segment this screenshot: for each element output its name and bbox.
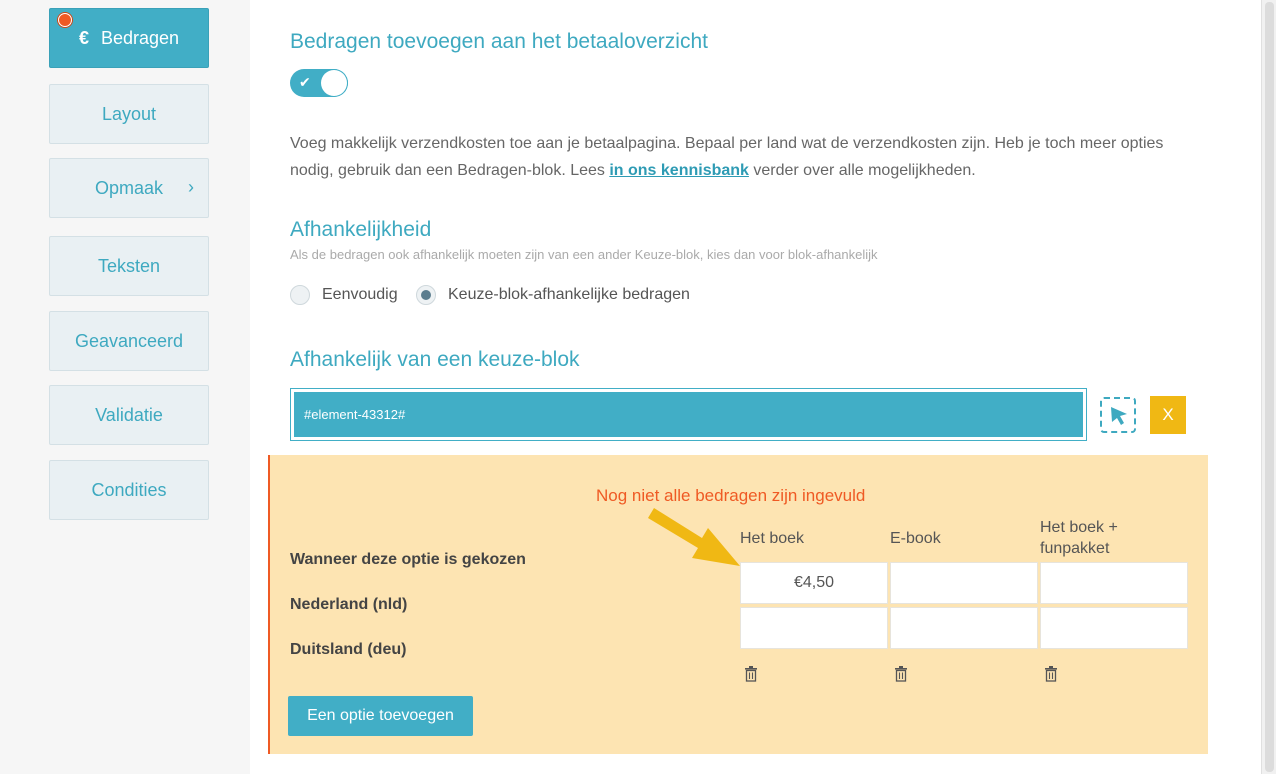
scrollbar[interactable]: [1261, 0, 1276, 774]
sidebar-item-label: Teksten: [97, 255, 161, 276]
choice-block-select[interactable]: #element-43312#: [290, 388, 1087, 441]
add-option-button[interactable]: Een optie toevoegen: [288, 696, 473, 736]
choice-block-value: #element-43312#: [294, 392, 1083, 437]
sidebar-item-label: Condities: [91, 479, 167, 500]
description-after: verder over alle mogelijkheden.: [748, 162, 976, 179]
dependency-subtitle: Als de bedragen ook afhankelijk moeten z…: [290, 247, 878, 262]
sidebar-item-teksten[interactable]: Teksten: [49, 236, 209, 296]
arrow-pointer-icon: [648, 508, 740, 566]
radio-button[interactable]: [290, 285, 310, 305]
radio-label: Eenvoudig: [322, 286, 398, 303]
amount-input[interactable]: €4,50: [740, 562, 888, 604]
sidebar-item-label: Opmaak: [94, 177, 164, 198]
radio-option-simple[interactable]: Eenvoudig: [290, 285, 398, 305]
sidebar-item-label: Bedragen: [100, 27, 180, 48]
column-header: Het boek + funpakket: [1040, 519, 1118, 557]
sidebar-item-label: Layout: [101, 103, 157, 124]
sidebar-item-condities[interactable]: Condities: [49, 460, 209, 520]
amounts-toggle[interactable]: ✔: [290, 69, 348, 97]
row-label: Duitsland (deu): [290, 641, 407, 658]
trash-icon[interactable]: [1044, 666, 1058, 682]
amount-input[interactable]: [1040, 562, 1188, 604]
notification-dot: [58, 13, 72, 27]
row-label: Nederland (nld): [290, 596, 408, 613]
description-text: Voeg makkelijk verzendkosten toe aan je …: [290, 130, 1190, 184]
radio-button[interactable]: [416, 285, 436, 305]
amount-input[interactable]: [740, 607, 888, 649]
sidebar-item-opmaak[interactable]: Opmaak ›: [49, 158, 209, 218]
column-header: Het boek: [740, 530, 805, 547]
radio-option-block-dependent[interactable]: Keuze-blok-afhankelijke bedragen: [416, 285, 690, 305]
column-header: E-book: [890, 530, 941, 547]
trash-icon[interactable]: [744, 666, 758, 682]
scrollbar-thumb[interactable]: [1265, 2, 1274, 772]
trash-icon[interactable]: [894, 666, 908, 682]
sidebar-item-geavanceerd[interactable]: Geavanceerd: [49, 311, 209, 371]
check-icon: ✔: [299, 74, 311, 90]
chevron-right-icon: ›: [188, 177, 194, 197]
toggle-knob: [321, 70, 347, 96]
sidebar-item-label: Validatie: [95, 404, 163, 425]
euro-icon: €: [78, 27, 89, 48]
header-row-label: Wanneer deze optie is gekozen: [290, 551, 526, 568]
radio-label: Keuze-blok-afhankelijke bedragen: [448, 286, 690, 303]
sidebar-item-bedragen[interactable]: € Bedragen: [49, 8, 209, 68]
sidebar: € Bedragen Layout Opmaak › Teksten Geava…: [0, 0, 248, 774]
dependency-title: Afhankelijkheid: [290, 218, 432, 241]
sidebar-item-label: Geavanceerd: [74, 330, 184, 351]
remove-choice-block-button[interactable]: X: [1150, 396, 1186, 434]
choice-block-title: Afhankelijk van een keuze-blok: [290, 348, 580, 371]
sidebar-item-validatie[interactable]: Validatie: [49, 385, 209, 445]
amount-input[interactable]: [890, 562, 1038, 604]
amount-input[interactable]: [890, 607, 1038, 649]
page-title: Bedragen toevoegen aan het betaaloverzic…: [290, 30, 708, 53]
cursor-pointer-icon: [1111, 407, 1127, 425]
element-picker-button[interactable]: [1100, 397, 1136, 433]
sidebar-item-layout[interactable]: Layout: [49, 84, 209, 144]
knowledge-base-link[interactable]: in ons kennisbank: [609, 162, 749, 179]
amount-input[interactable]: [1040, 607, 1188, 649]
